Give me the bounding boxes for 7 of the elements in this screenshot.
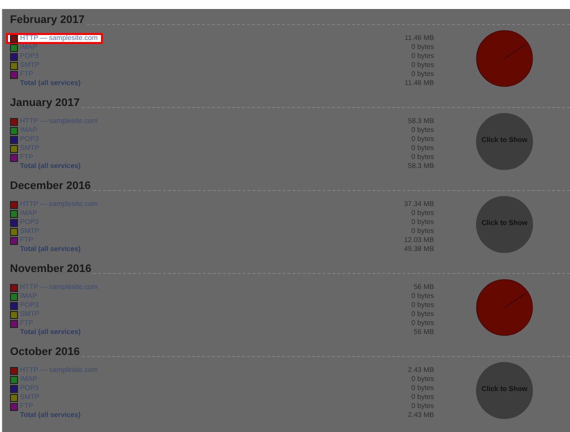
month-heading: October 2016 bbox=[10, 345, 80, 359]
month-heading: December 2016 bbox=[10, 179, 91, 193]
pie-chart-drawing bbox=[476, 30, 533, 87]
month-heading: January 2017 bbox=[10, 96, 80, 110]
pie-chart-drawing bbox=[476, 279, 533, 336]
month-heading: November 2016 bbox=[10, 262, 92, 276]
month-heading: February 2017 bbox=[10, 13, 85, 27]
